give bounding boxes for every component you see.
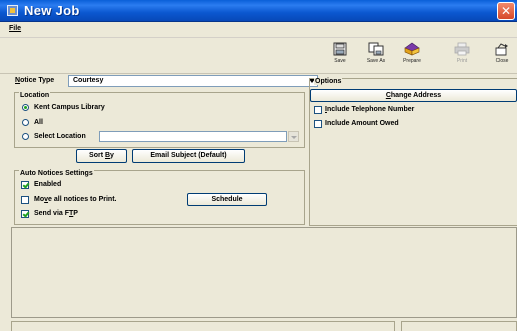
radio-kent-campus[interactable] bbox=[22, 104, 29, 111]
toolbar: Save Save As Prepare Print Close bbox=[0, 38, 517, 74]
email-subject-button[interactable]: Email Subject (Default) bbox=[132, 149, 245, 163]
print-label: Print bbox=[456, 58, 468, 64]
print-icon bbox=[454, 42, 470, 56]
close-button[interactable]: Close bbox=[487, 42, 517, 72]
location-title: Location bbox=[19, 92, 51, 99]
location-select-field[interactable] bbox=[99, 131, 287, 142]
location-group: Location Kent Campus Library All Select … bbox=[14, 92, 305, 148]
prepare-icon bbox=[404, 42, 420, 56]
prepare-label: Prepare bbox=[403, 58, 421, 64]
close-label: Close bbox=[495, 58, 509, 64]
save-label: Save bbox=[334, 58, 346, 64]
change-address-button[interactable]: Change Address bbox=[310, 89, 517, 102]
close-icon bbox=[495, 43, 508, 56]
include-amount-checkbox[interactable] bbox=[314, 120, 322, 128]
enabled-checkbox[interactable] bbox=[21, 181, 29, 189]
move-all-checkbox[interactable] bbox=[21, 196, 29, 204]
app-icon bbox=[7, 5, 18, 16]
status-bar-left bbox=[11, 321, 395, 331]
notice-type-row: Notice Type Courtesy bbox=[13, 75, 318, 88]
radio-kent-campus-label: Kent Campus Library bbox=[34, 104, 105, 111]
window-close-button[interactable]: ✕ bbox=[497, 2, 515, 20]
radio-select-location[interactable] bbox=[22, 133, 29, 140]
print-button[interactable]: Print bbox=[447, 42, 477, 72]
include-amount-label: Include Amount Owed bbox=[325, 120, 399, 127]
auto-notices-group: Auto Notices Settings Enabled Move all n… bbox=[14, 170, 305, 225]
send-ftp-checkbox[interactable] bbox=[21, 210, 29, 218]
title-bar: New Job ✕ bbox=[0, 0, 517, 22]
save-as-button[interactable]: Save As bbox=[361, 42, 391, 72]
message-pane bbox=[11, 227, 517, 318]
window-title: New Job bbox=[24, 3, 80, 18]
save-button[interactable]: Save bbox=[325, 42, 355, 72]
move-all-label: Move all notices to Print. bbox=[34, 196, 117, 203]
status-bar-right bbox=[401, 321, 517, 331]
sort-by-button[interactable]: Sort By bbox=[76, 149, 127, 163]
menu-file[interactable]: File bbox=[9, 25, 21, 32]
include-phone-label: Include Telephone Number bbox=[325, 106, 415, 113]
send-ftp-label: Send via FTP bbox=[34, 210, 78, 217]
save-as-label: Save As bbox=[366, 58, 386, 64]
save-icon bbox=[333, 42, 347, 56]
radio-all-label: All bbox=[34, 119, 43, 126]
include-phone-checkbox[interactable] bbox=[314, 106, 322, 114]
radio-select-location-label: Select Location bbox=[34, 133, 86, 140]
menu-bar: File bbox=[0, 22, 517, 38]
notice-type-select[interactable]: Courtesy bbox=[68, 75, 318, 87]
schedule-button[interactable]: Schedule bbox=[187, 193, 267, 206]
save-as-icon bbox=[368, 42, 384, 56]
notice-type-label: Notice Type bbox=[15, 77, 55, 84]
enabled-label: Enabled bbox=[34, 181, 62, 188]
prepare-button[interactable]: Prepare bbox=[397, 42, 427, 72]
notice-type-value: Courtesy bbox=[73, 77, 104, 84]
radio-all[interactable] bbox=[22, 119, 29, 126]
location-dropdown-button[interactable] bbox=[288, 131, 299, 142]
options-group: Options Change Address Include Telephone… bbox=[309, 78, 517, 226]
options-title: Options bbox=[314, 78, 343, 85]
auto-notices-title: Auto Notices Settings bbox=[19, 170, 94, 177]
